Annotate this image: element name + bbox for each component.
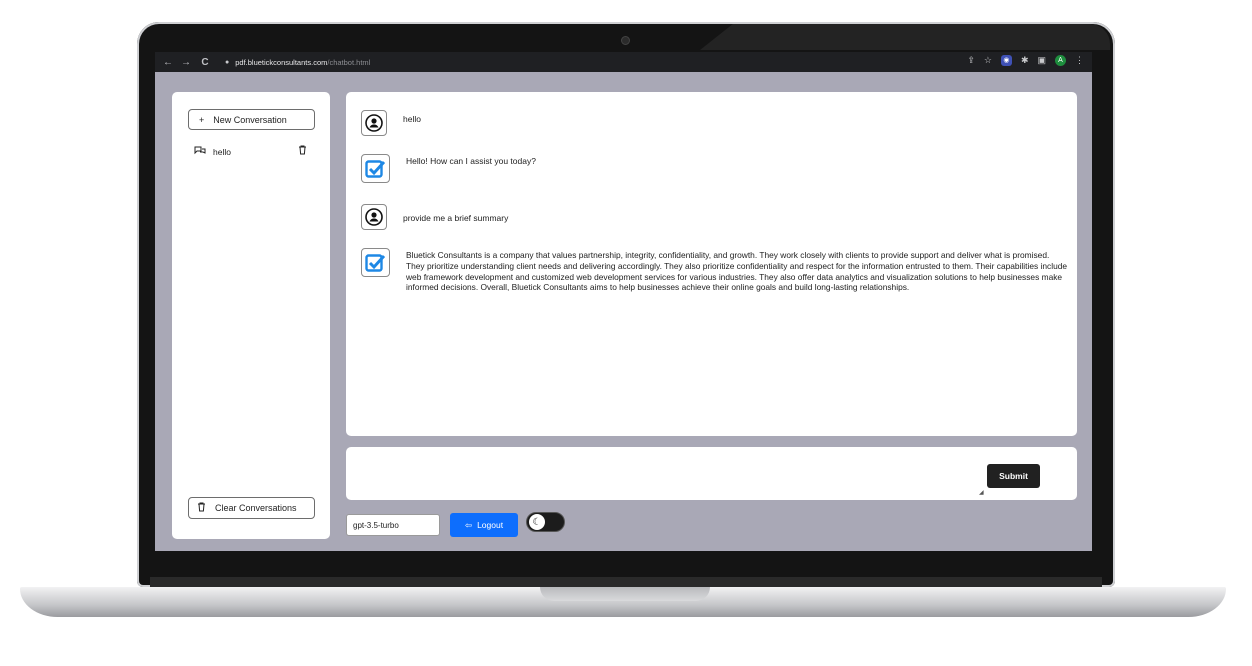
moon-icon: ☾ <box>529 514 545 530</box>
new-conversation-button[interactable]: + New Conversation <box>188 109 315 130</box>
address-bar[interactable]: ● pdf.bluetickconsultants.com/chatbot.ht… <box>225 55 1080 69</box>
trash-icon[interactable] <box>298 145 307 158</box>
chat-panel: hello Hello! How can I assist you today?… <box>346 92 1077 436</box>
laptop-hinge <box>150 577 1102 587</box>
browser-window: ← → C ● pdf.bluetickconsultants.com/chat… <box>155 52 1092 551</box>
url-path: /chatbot.html <box>327 57 371 67</box>
new-conversation-label: New Conversation <box>213 114 287 125</box>
lock-icon: ● <box>225 58 230 66</box>
model-select-value: gpt-3.5-turbo <box>353 520 399 530</box>
submit-button[interactable]: Submit <box>987 464 1040 488</box>
profile-avatar[interactable]: A <box>1055 55 1066 66</box>
message-text: provide me a brief summary <box>403 213 509 223</box>
toolbar-actions: ⇪ ☆ ◉ ✱ ▣ A ⋮ <box>967 55 1084 66</box>
forward-button[interactable]: → <box>179 57 193 68</box>
camera <box>621 36 630 45</box>
trash-icon <box>197 502 206 514</box>
message-user: provide me a brief summary <box>361 204 508 230</box>
browser-toolbar: ← → C ● pdf.bluetickconsultants.com/chat… <box>155 52 1092 72</box>
checkbox-icon <box>361 154 390 183</box>
extension-icon[interactable]: ◉ <box>1000 55 1012 66</box>
message-bot: Bluetick Consultants is a company that v… <box>361 248 1068 293</box>
theme-toggle[interactable]: ☾ <box>526 512 565 532</box>
reload-button[interactable]: C <box>198 57 212 68</box>
conversation-item[interactable]: hello <box>194 145 312 159</box>
resize-handle[interactable]: ◢ <box>979 489 984 496</box>
share-icon[interactable]: ⇪ <box>967 55 975 66</box>
logout-button[interactable]: ⇦ Logout <box>450 513 518 537</box>
laptop-mockup: ← → C ● pdf.bluetickconsultants.com/chat… <box>0 0 1252 666</box>
message-user: hello <box>361 110 421 136</box>
message-input[interactable]: ◢ Submit <box>346 447 1077 500</box>
back-button[interactable]: ← <box>161 57 175 68</box>
screen-glare <box>700 24 1110 50</box>
message-text: Bluetick Consultants is a company that v… <box>406 250 1068 293</box>
star-icon[interactable]: ☆ <box>984 55 992 66</box>
plus-icon: + <box>199 114 205 125</box>
sidebar: + New Conversation hello Clear Conversat… <box>172 92 330 539</box>
clear-conversations-button[interactable]: Clear Conversations <box>188 497 315 519</box>
user-icon <box>361 110 387 136</box>
clear-conversations-label: Clear Conversations <box>215 503 297 513</box>
model-select[interactable]: gpt-3.5-turbo <box>346 514 440 536</box>
laptop-notch <box>540 587 710 601</box>
chat-icon <box>194 146 206 159</box>
menu-icon[interactable]: ⋮ <box>1075 55 1084 66</box>
sidebar-icon[interactable]: ▣ <box>1037 55 1046 66</box>
url-host: pdf.bluetickconsultants.com <box>235 57 328 67</box>
message-text: Hello! How can I assist you today? <box>406 156 536 166</box>
user-icon <box>361 204 387 230</box>
puzzle-icon[interactable]: ✱ <box>1021 55 1029 66</box>
message-text: hello <box>403 114 421 124</box>
conversation-title: hello <box>213 147 231 157</box>
checkbox-icon <box>361 248 390 277</box>
message-bot: Hello! How can I assist you today? <box>361 154 536 183</box>
logout-icon: ⇦ <box>464 519 473 530</box>
logout-label: Logout <box>477 520 504 530</box>
